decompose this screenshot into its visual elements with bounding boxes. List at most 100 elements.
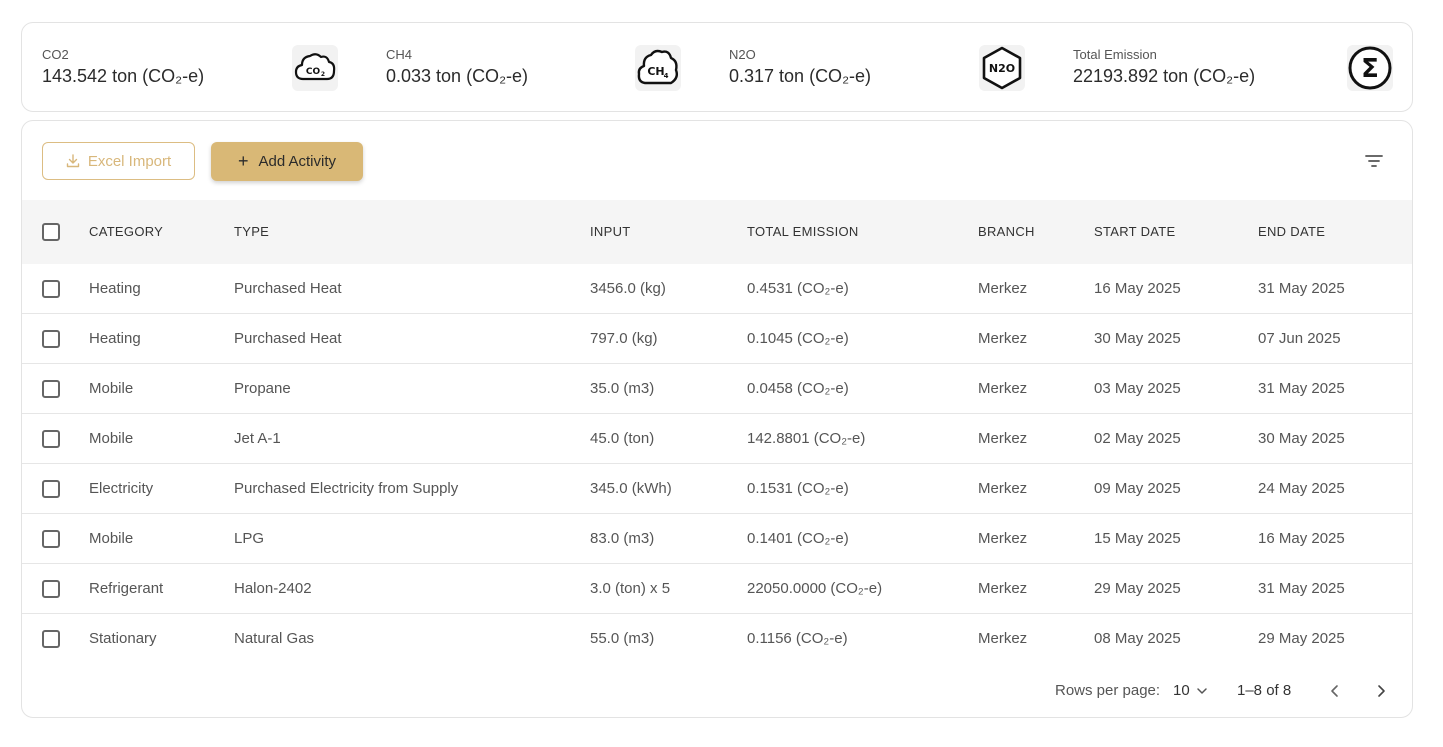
cell-input: 83.0 (m3)	[590, 530, 655, 547]
co2-label: CO2	[42, 47, 69, 62]
cell-category: Heating	[89, 330, 141, 347]
cell-total-emission: 142.8801 (CO₂-e)	[747, 430, 866, 447]
table-row[interactable]: Heating Purchased Heat 3456.0 (kg) 0.453…	[22, 264, 1412, 314]
cell-start-date: 08 May 2025	[1094, 630, 1181, 647]
cell-start-date: 09 May 2025	[1094, 480, 1181, 497]
add-activity-label: Add Activity	[258, 153, 337, 170]
header-type[interactable]: TYPE	[234, 200, 269, 264]
ch4-cloud-icon: CH 4	[635, 45, 681, 91]
cell-type: Halon-2402	[234, 580, 312, 597]
cell-total-emission: 0.4531 (CO₂-e)	[747, 280, 849, 297]
ch4-icon-text: CH	[647, 65, 664, 78]
cell-category: Mobile	[89, 430, 134, 447]
cell-total-emission: 0.0458 (CO₂-e)	[747, 380, 849, 397]
n2o-hexagon-icon: N2O	[979, 45, 1025, 91]
cell-start-date: 02 May 2025	[1094, 430, 1181, 447]
cell-type: Jet A-1	[234, 430, 281, 447]
activity-table-card: Excel Import + Add Activity CATEGORY TYP…	[21, 120, 1413, 718]
co2-icon-subscript: 2	[321, 71, 325, 78]
table-row[interactable]: Refrigerant Halon-2402 3.0 (ton) x 5 220…	[22, 564, 1412, 614]
row-checkbox[interactable]	[42, 280, 60, 298]
table-row[interactable]: Mobile Jet A-1 45.0 (ton) 142.8801 (CO₂-…	[22, 414, 1412, 464]
n2o-label: N2O	[729, 47, 756, 62]
cell-total-emission: 0.1531 (CO₂-e)	[747, 480, 849, 497]
cell-branch: Merkez	[978, 430, 1028, 447]
header-total-emission[interactable]: TOTAL EMISSION	[747, 200, 859, 264]
cell-type: Purchased Electricity from Supply	[234, 480, 459, 497]
cell-input: 3456.0 (kg)	[590, 280, 666, 297]
cell-type: Natural Gas	[234, 630, 315, 647]
ch4-value: 0.033 ton (CO₂-e)	[386, 66, 529, 86]
cell-total-emission: 0.1401 (CO₂-e)	[747, 530, 849, 547]
row-checkbox[interactable]	[42, 330, 60, 348]
cell-category: Stationary	[89, 630, 157, 647]
cell-input: 3.0 (ton) x 5	[590, 580, 671, 597]
page-range: 1–8 of 8	[1237, 682, 1292, 699]
next-page-button[interactable]	[1371, 681, 1391, 701]
cell-branch: Merkez	[978, 330, 1028, 347]
header-end-date[interactable]: END DATE	[1258, 200, 1325, 264]
excel-import-label: Excel Import	[87, 152, 172, 170]
row-checkbox[interactable]	[42, 580, 60, 598]
table-row[interactable]: Electricity Purchased Electricity from S…	[22, 464, 1412, 514]
table-row[interactable]: Mobile LPG 83.0 (m3) 0.1401 (CO₂-e) Merk…	[22, 514, 1412, 564]
ch4-icon-subscript: 4	[664, 72, 669, 80]
cell-category: Mobile	[89, 530, 134, 547]
n2o-value: 0.317 ton (CO₂-e)	[729, 66, 872, 86]
chevron-down-icon	[1196, 687, 1207, 694]
cell-branch: Merkez	[978, 380, 1028, 397]
excel-import-button[interactable]: Excel Import	[42, 142, 195, 180]
cell-input: 797.0 (kg)	[590, 330, 658, 347]
cell-input: 345.0 (kWh)	[590, 480, 672, 497]
table-row[interactable]: Mobile Propane 35.0 (m3) 0.0458 (CO₂-e) …	[22, 364, 1412, 414]
cell-branch: Merkez	[978, 480, 1028, 497]
n2o-icon-text: N2O	[989, 62, 1015, 75]
cell-category: Electricity	[89, 480, 154, 497]
chevron-left-icon	[1331, 685, 1338, 697]
row-checkbox[interactable]	[42, 480, 60, 498]
cell-start-date: 30 May 2025	[1094, 330, 1181, 347]
pagination: Rows per page: 10 1–8 of 8	[22, 679, 1412, 703]
download-icon	[66, 154, 80, 168]
cell-type: LPG	[234, 530, 265, 547]
cell-category: Heating	[89, 280, 141, 297]
cell-input: 35.0 (m3)	[590, 380, 655, 397]
row-checkbox[interactable]	[42, 430, 60, 448]
select-all-checkbox[interactable]	[42, 223, 60, 241]
table-row[interactable]: Stationary Natural Gas 55.0 (m3) 0.1156 …	[22, 614, 1412, 664]
add-activity-button[interactable]: + Add Activity	[211, 142, 363, 181]
ch4-label: CH4	[386, 47, 413, 62]
rows-per-page-select[interactable]: 10	[1173, 682, 1208, 699]
table-header: CATEGORY TYPE INPUT TOTAL EMISSION BRANC…	[22, 200, 1412, 264]
table-row[interactable]: Heating Purchased Heat 797.0 (kg) 0.1045…	[22, 314, 1412, 364]
header-branch[interactable]: BRANCH	[978, 200, 1035, 264]
total-emission-value: 22193.892 ton (CO₂-e)	[1073, 66, 1256, 86]
cell-total-emission: 0.1045 (CO₂-e)	[747, 330, 849, 347]
cell-branch: Merkez	[978, 630, 1028, 647]
rows-per-page-label: Rows per page:	[1055, 682, 1161, 699]
sigma-icon-text: Σ	[1361, 54, 1379, 84]
cell-end-date: 31 May 2025	[1258, 280, 1345, 297]
header-input[interactable]: INPUT	[590, 200, 631, 264]
cell-category: Refrigerant	[89, 580, 164, 597]
cell-start-date: 16 May 2025	[1094, 280, 1181, 297]
cell-input: 55.0 (m3)	[590, 630, 655, 647]
cell-end-date: 07 Jun 2025	[1258, 330, 1341, 347]
row-checkbox[interactable]	[42, 630, 60, 648]
cell-input: 45.0 (ton)	[590, 430, 655, 447]
cell-start-date: 03 May 2025	[1094, 380, 1181, 397]
previous-page-button[interactable]	[1325, 681, 1345, 701]
row-checkbox[interactable]	[42, 530, 60, 548]
cell-end-date: 29 May 2025	[1258, 630, 1345, 647]
cell-branch: Merkez	[978, 280, 1028, 297]
row-checkbox[interactable]	[42, 380, 60, 398]
plus-icon: +	[237, 150, 249, 171]
filter-button[interactable]	[1364, 151, 1384, 171]
sigma-icon: Σ	[1347, 45, 1393, 91]
cell-type: Purchased Heat	[234, 330, 342, 347]
header-category[interactable]: CATEGORY	[89, 200, 163, 264]
cell-branch: Merkez	[978, 530, 1028, 547]
co2-cloud-icon: CO 2	[292, 45, 338, 91]
co2-value: 143.542 ton (CO₂-e)	[42, 66, 205, 86]
header-start-date[interactable]: START DATE	[1094, 200, 1176, 264]
